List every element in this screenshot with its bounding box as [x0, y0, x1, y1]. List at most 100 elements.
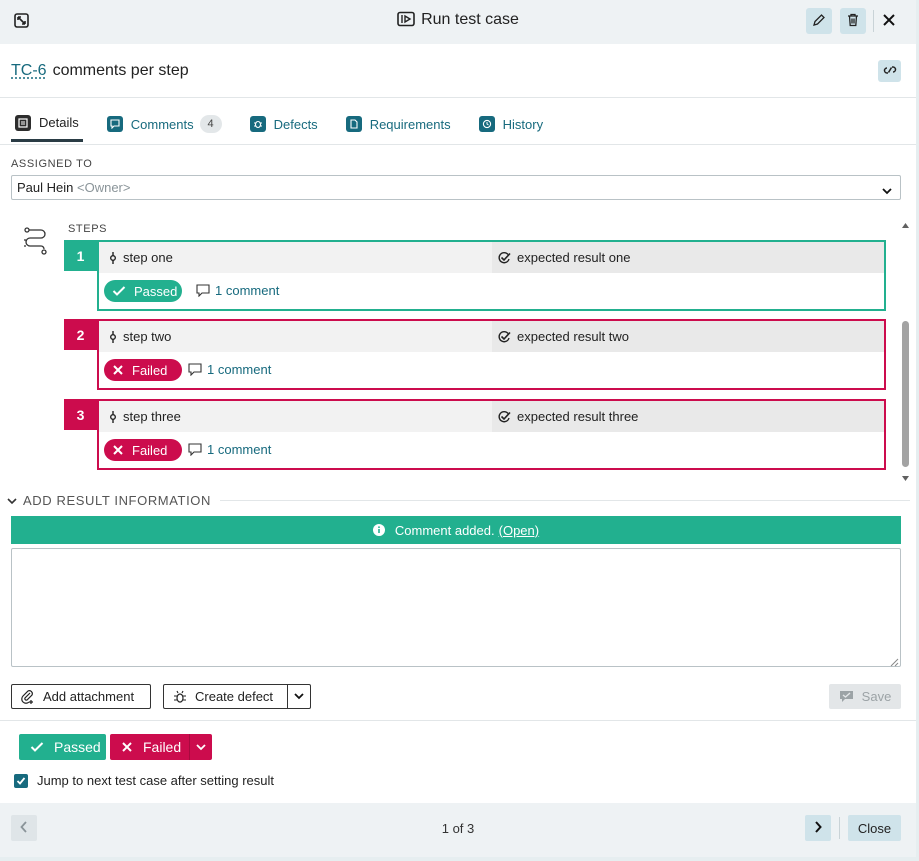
footer-separator: [839, 817, 840, 839]
chevron-down-icon: [195, 740, 207, 755]
button-label: Save: [861, 689, 892, 704]
dialog-header: Run test case: [0, 0, 916, 44]
step-status-passed-badge[interactable]: Passed: [104, 280, 182, 302]
delete-button[interactable]: [840, 8, 866, 34]
check-circle-icon: [498, 244, 511, 275]
step-card: step one expected result one Passed 1 co…: [97, 240, 886, 311]
step-status-failed-badge[interactable]: Failed: [104, 439, 182, 461]
create-defect-button[interactable]: Create defect: [163, 684, 288, 709]
step-expected-text: expected result one: [517, 250, 631, 265]
step-comments-link[interactable]: 1 comment: [196, 283, 279, 298]
dialog-title: Run test case: [0, 11, 916, 32]
assigned-to-select[interactable]: Paul Hein <Owner>: [11, 175, 901, 200]
section-label: ADD RESULT INFORMATION: [23, 493, 211, 508]
bug-icon: [173, 690, 187, 704]
status-label: Failed: [132, 442, 168, 458]
test-case-title: TC-6 comments per step: [11, 62, 189, 80]
tab-requirements[interactable]: Requirements: [342, 106, 455, 142]
check-icon: [112, 285, 126, 297]
step-action: step one: [99, 242, 492, 273]
divider: [0, 720, 916, 721]
header-separator: [873, 10, 874, 32]
set-passed-button[interactable]: Passed: [19, 734, 106, 760]
tab-history[interactable]: History: [475, 106, 547, 142]
dialog-title-text: Run test case: [421, 11, 519, 28]
button-label: Create defect: [195, 689, 274, 704]
comment-added-banner: Comment added. (Open): [11, 516, 901, 544]
history-icon: [478, 116, 495, 132]
divider: [0, 144, 916, 145]
assigned-to-label: ASSIGNED TO: [11, 158, 93, 170]
step-action: step two: [99, 321, 492, 352]
step-icon: [109, 244, 117, 275]
resize-grip-icon[interactable]: [889, 655, 899, 670]
comment-icon: [188, 363, 202, 376]
status-label: Failed: [132, 362, 168, 378]
button-label: Passed: [54, 739, 101, 755]
pager-text: 1 of 3: [441, 821, 475, 836]
comment-icon: [106, 116, 123, 132]
set-failed-button[interactable]: Failed: [110, 734, 189, 760]
edit-button[interactable]: [806, 8, 832, 34]
dialog-footer: 1 of 3 Close: [0, 803, 916, 857]
jump-to-next-option[interactable]: Jump to next test case after setting res…: [14, 773, 274, 788]
x-icon: [112, 444, 124, 456]
step-icon: [109, 403, 117, 434]
scrollbar-thumb[interactable]: [902, 321, 909, 467]
tab-label: Requirements: [369, 116, 451, 132]
comment-icon: [196, 284, 210, 297]
comment-icon: [188, 443, 202, 456]
close-button[interactable]: Close: [848, 815, 901, 841]
steps-label: STEPS: [68, 223, 108, 235]
tab-label: History: [502, 116, 544, 132]
chevron-down-icon: [293, 689, 305, 704]
step-number: 2: [64, 319, 97, 350]
tab-label: Comments: [130, 116, 194, 132]
details-icon: [15, 114, 31, 131]
info-icon: [372, 524, 385, 536]
jump-label: Jump to next test case after setting res…: [37, 773, 275, 788]
tab-bar: Details Comments 4 Defects Requirements …: [11, 106, 567, 144]
step-comments-link[interactable]: 1 comment: [188, 362, 271, 377]
jump-checkbox[interactable]: [14, 773, 28, 788]
test-case-id-link[interactable]: TC-6: [11, 62, 47, 79]
step-comments-link[interactable]: 1 comment: [188, 442, 271, 457]
tab-defects[interactable]: Defects: [246, 106, 322, 142]
button-label: Add attachment: [43, 689, 135, 704]
open-comment-link[interactable]: (Open): [499, 523, 539, 538]
comments-count: 1 comment: [215, 283, 280, 298]
next-button[interactable]: [805, 815, 831, 841]
check-circle-icon: [498, 403, 511, 434]
chevron-down-icon: [881, 181, 893, 204]
link-icon: [883, 64, 897, 79]
save-button[interactable]: Save: [829, 684, 901, 709]
step-icon: [109, 323, 117, 354]
divider: [220, 500, 910, 501]
tab-details[interactable]: Details: [11, 106, 83, 142]
step-action: step three: [99, 401, 492, 432]
paperclip-icon: [21, 689, 35, 704]
test-case-name: comments per step: [52, 62, 189, 79]
comments-count: 1 comment: [207, 442, 272, 457]
add-result-info-toggle[interactable]: ADD RESULT INFORMATION: [7, 493, 211, 508]
step-number: 1: [64, 240, 97, 271]
pencil-icon: [812, 13, 826, 30]
trash-icon: [846, 13, 860, 30]
step-expected: expected result three: [492, 401, 884, 432]
x-icon: [121, 741, 133, 753]
assignee-name: Paul Hein: [17, 180, 74, 195]
copy-link-button[interactable]: [878, 60, 901, 82]
step-status-failed-badge[interactable]: Failed: [104, 359, 182, 381]
failed-options-button[interactable]: [189, 734, 212, 760]
step-action-text: step two: [123, 329, 172, 344]
close-dialog-button[interactable]: [876, 8, 902, 34]
comment-textarea[interactable]: [11, 548, 901, 667]
add-attachment-button[interactable]: Add attachment: [11, 684, 151, 709]
step-expected: expected result two: [492, 321, 884, 352]
run-test-case-dialog: Run test case TC-6 comments per step Deta…: [0, 0, 916, 857]
step-action-text: step one: [123, 250, 173, 265]
status-label: Passed: [134, 283, 178, 299]
tab-comments[interactable]: Comments 4: [103, 106, 226, 142]
step-number: 3: [64, 399, 97, 430]
create-defect-options-button[interactable]: [287, 684, 311, 709]
